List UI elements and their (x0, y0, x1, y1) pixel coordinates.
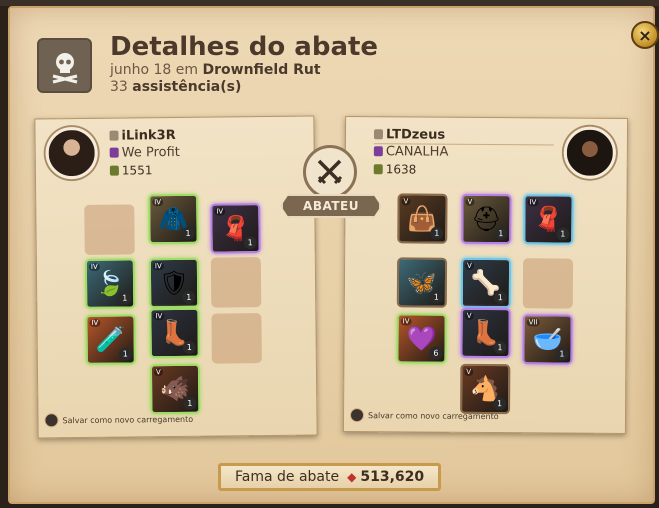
fame-value: 513,620 (360, 469, 425, 485)
tier-badge: IV (152, 198, 164, 207)
tier-badge: V (464, 311, 474, 320)
tier-badge: V (153, 368, 163, 377)
player-icon (373, 129, 384, 140)
item-power-icon (373, 164, 383, 175)
kill-location: Drownfield Rut (202, 62, 321, 78)
victim-name[interactable]: LTDzeus (373, 127, 445, 143)
killer-card: iLink3R We Profit 1551 🧥 IV 1 🧣 IV 1 🍃 IV 1 🛡 IV 1 🧪… (34, 115, 318, 439)
victim-guild: CANALHA (373, 144, 448, 160)
page-title: Detalhes do abate (110, 32, 379, 62)
weapon-slot[interactable] (522, 258, 574, 309)
avatar[interactable] (563, 126, 617, 179)
quantity-badge: 1 (182, 340, 196, 354)
chest-armor-slot[interactable]: 🛡 IV 1 (148, 257, 200, 309)
bag-slot[interactable] (84, 204, 135, 255)
killer-save-loadout[interactable]: Salvar como novo carregamento (44, 412, 193, 428)
tier-badge: IV (153, 312, 165, 321)
offhand-slot[interactable]: 🦋 1 (396, 257, 448, 308)
tier-badge: V (465, 261, 474, 270)
quantity-badge: 1 (118, 347, 132, 361)
kill-fame-bar: Fama de abate ◆ 513,620 (218, 463, 441, 491)
victim-save-loadout[interactable]: Salvar como novo carregamento (349, 408, 499, 423)
fame-icon: ◆ (347, 470, 357, 484)
bag-slot[interactable]: 👜 V 1 (397, 193, 448, 244)
quantity-badge: 1 (429, 290, 443, 304)
quantity-badge: 1 (243, 236, 257, 250)
assist-count: 33 (110, 79, 128, 95)
save-loadout-icon (349, 408, 365, 423)
mount-slot[interactable]: 🐴 V 1 (460, 363, 511, 415)
tier-badge: IV (400, 317, 412, 326)
kill-date: junho 18 em (110, 62, 199, 78)
potion-slot[interactable]: 🧪 IV 1 (85, 314, 136, 365)
player-icon (109, 130, 119, 141)
tier-badge: V (464, 367, 474, 376)
quantity-badge: 1 (493, 341, 507, 355)
killer-item-power: 1551 (109, 163, 153, 178)
mount-slot[interactable]: 🐗 V 1 (149, 363, 201, 415)
tier-badge: V (465, 197, 475, 206)
weapon-slot[interactable] (210, 257, 262, 308)
kill-subtitle: junho 18 em Drownfield Rut (110, 62, 321, 78)
offhand-slot[interactable]: 🍃 IV 1 (84, 258, 136, 309)
skull-icon (37, 38, 92, 93)
close-icon: × (638, 25, 652, 45)
tier-badge: VII (526, 318, 540, 327)
victim-item-power: 1638 (373, 162, 416, 177)
quantity-badge: 1 (182, 290, 196, 304)
assists-line: 33 assistência(s) (110, 79, 241, 95)
victim-card: LTDzeus CANALHA 1638 👜 V 1 ⛑ V 1 🧣 IV 1 🦋 1 🦴 V 1 💜 IV 6… (342, 116, 629, 434)
boots-slot[interactable]: 👢 IV 1 (149, 307, 200, 359)
guild-icon (109, 147, 119, 158)
assist-label: assistência(s) (132, 79, 242, 95)
tier-badge: IV (88, 262, 100, 271)
killer-guild: We Profit (109, 145, 180, 161)
tier-badge: IV (214, 207, 226, 216)
quantity-badge: 1 (181, 226, 195, 240)
boots-slot[interactable]: 👢 V 1 (460, 307, 511, 359)
avatar[interactable] (45, 126, 98, 180)
killed-badge: ABATEU (281, 194, 381, 218)
cape-slot[interactable]: 🧣 IV 1 (210, 203, 261, 254)
guild-icon (373, 146, 383, 157)
victim-equipment-grid: 👜 V 1 ⛑ V 1 🧣 IV 1 🦋 1 🦴 V 1 💜 IV 6 👢 V 1 🥣 VII 1 🐴 V 1 (346, 117, 627, 415)
head-armor-slot[interactable]: ⛑ V 1 (461, 193, 512, 245)
fame-label: Fama de abate (235, 469, 340, 485)
cape-slot[interactable]: 🧣 IV 1 (523, 194, 574, 245)
killer-name[interactable]: iLink3R (109, 128, 176, 144)
quantity-badge: 1 (555, 347, 569, 361)
potion-slot[interactable]: 💜 IV 6 (396, 313, 447, 364)
crossed-swords-icon (303, 145, 357, 199)
tier-badge: IV (89, 318, 101, 327)
quantity-badge: 1 (183, 396, 197, 410)
quantity-badge: 1 (430, 226, 444, 240)
tier-badge: IV (152, 262, 164, 271)
save-loadout-icon (44, 413, 59, 428)
tier-badge: V (401, 197, 411, 206)
close-button[interactable]: × (631, 21, 659, 49)
tier-badge: IV (527, 198, 539, 207)
quantity-badge: 1 (556, 227, 570, 241)
food-slot[interactable] (211, 313, 262, 364)
item-power-icon (109, 165, 119, 176)
food-slot[interactable]: 🥣 VII 1 (522, 314, 573, 365)
head-armor-slot[interactable]: 🧥 IV 1 (148, 193, 199, 245)
chest-armor-slot[interactable]: 🦴 V 1 (460, 257, 512, 309)
quantity-badge: 1 (494, 227, 508, 241)
quantity-badge: 6 (429, 346, 443, 360)
quantity-badge: 1 (493, 291, 507, 305)
quantity-badge: 1 (118, 291, 132, 305)
